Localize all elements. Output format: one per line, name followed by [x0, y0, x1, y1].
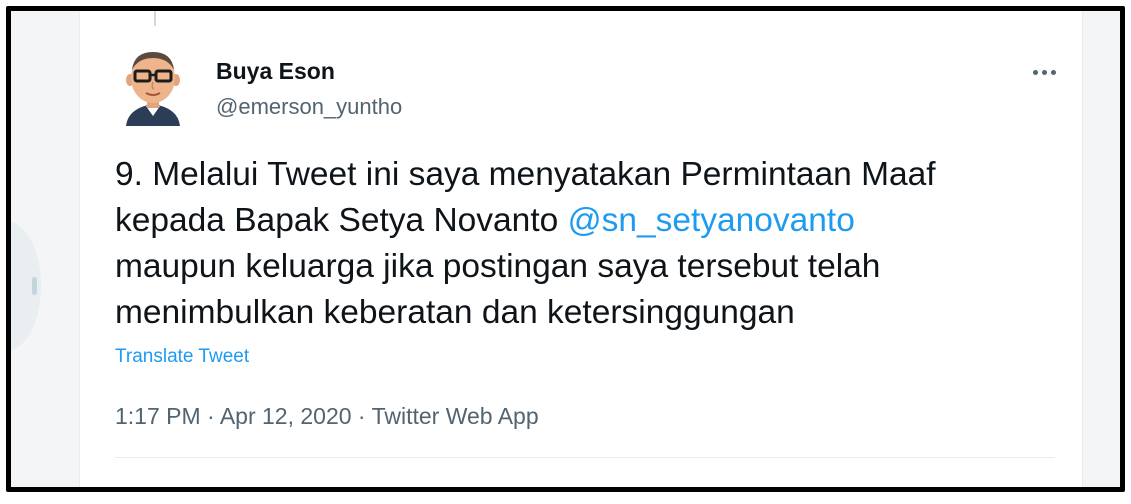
tweet-time-link[interactable]: 1:17 PM	[115, 403, 201, 429]
tweet-text-segment: kepada Bapak Setya Novanto	[115, 202, 568, 239]
screenshot-frame: Buya Eson @emerson_yuntho 9. Melalui Twe…	[6, 6, 1125, 492]
tweet-text-line: kepada Bapak Setya Novanto @sn_setyanova…	[115, 198, 1065, 244]
thread-connector-line	[154, 11, 156, 26]
author-handle[interactable]: @emerson_yuntho	[216, 94, 402, 120]
divider	[115, 457, 1055, 458]
more-horizontal-icon	[1032, 69, 1038, 75]
avatar-illustration-icon	[126, 52, 180, 126]
tweet-card: Buya Eson @emerson_yuntho 9. Melalui Twe…	[79, 11, 1083, 487]
more-options-button[interactable]	[1027, 58, 1061, 86]
more-horizontal-icon-dot	[1050, 69, 1056, 75]
meta-separator: ·	[351, 403, 372, 429]
more-horizontal-icon-dot	[1041, 69, 1047, 75]
author-display-name[interactable]: Buya Eson	[216, 58, 335, 85]
side-panel-edge	[11, 221, 41, 351]
tweet-meta: 1:17 PM · Apr 12, 2020 · Twitter Web App	[115, 403, 539, 430]
tweet-date-link[interactable]: Apr 12, 2020	[220, 403, 352, 429]
tweet-source-link[interactable]: Twitter Web App	[372, 403, 539, 429]
tweet-text-line: maupun keluarga jika postingan saya ters…	[115, 248, 881, 285]
meta-separator: ·	[200, 403, 220, 429]
side-indicator	[32, 277, 37, 295]
mention-link[interactable]: @sn_setyanovanto	[568, 202, 855, 239]
avatar[interactable]	[120, 44, 186, 126]
tweet-text-line: menimbulkan keberatan dan ketersinggunga…	[115, 294, 795, 331]
tweet-text-line: 9. Melalui Tweet ini saya menyatakan Per…	[115, 156, 936, 193]
tweet-text: 9. Melalui Tweet ini saya menyatakan Per…	[115, 152, 1065, 336]
translate-tweet-link[interactable]: Translate Tweet	[115, 346, 249, 368]
